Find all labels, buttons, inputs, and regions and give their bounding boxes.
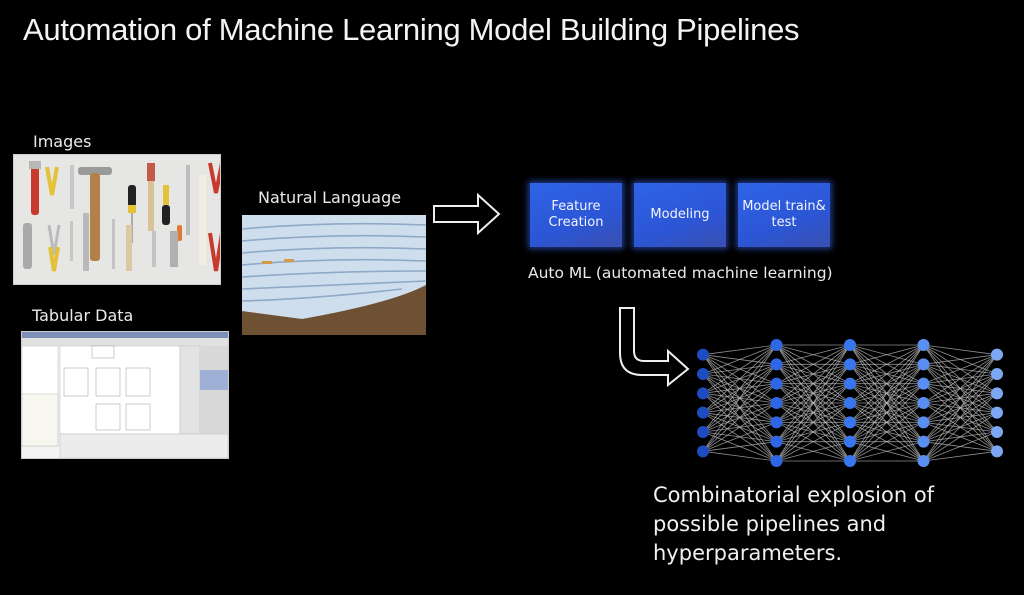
network-node-layer-4 — [917, 397, 930, 409]
natural-language-thumbnail — [242, 215, 426, 335]
network-node-layer-2 — [770, 416, 783, 429]
network-node-layer-1 — [697, 348, 709, 361]
network-node-layer-5 — [991, 406, 1003, 419]
network-node-layer-1 — [697, 387, 709, 400]
network-node-layer-4 — [917, 339, 930, 351]
network-node-layer-5 — [991, 348, 1003, 361]
network-node-layer-2 — [770, 397, 783, 409]
network-node-layer-3 — [844, 416, 856, 429]
network-node-layer-2 — [770, 358, 783, 371]
network-node-layer-4 — [917, 435, 930, 448]
network-edge — [702, 344, 777, 375]
network-edge — [702, 344, 777, 433]
slide-title: Automation of Machine Learning Model Bui… — [23, 12, 800, 47]
network-edge — [923, 354, 998, 442]
network-node-layer-3 — [844, 455, 856, 467]
network-node-layer-4 — [917, 377, 930, 390]
network-node-layer-2 — [770, 377, 783, 390]
network-edge — [702, 344, 777, 413]
network-edge — [923, 354, 998, 423]
network-node-layer-5 — [991, 387, 1003, 400]
network-node-layer-5 — [991, 426, 1003, 438]
network-edge — [923, 412, 998, 462]
neural-network-diagram — [697, 339, 1003, 467]
modeling-step: Modeling — [634, 183, 726, 247]
network-node-layer-3 — [844, 358, 856, 371]
step-label-line2: test — [771, 215, 797, 230]
network-edge — [702, 344, 777, 452]
images-thumbnail — [13, 154, 221, 285]
document-stack-image — [242, 215, 426, 335]
network-node-layer-2 — [770, 339, 783, 351]
network-node-layer-2 — [770, 435, 783, 448]
network-node-layer-4 — [917, 358, 930, 371]
network-edge — [702, 383, 777, 452]
network-node-layer-3 — [844, 339, 856, 351]
conclusion-text: Combinatorial explosion of possible pipe… — [653, 481, 934, 568]
network-edge — [702, 344, 777, 394]
network-edge — [702, 441, 777, 452]
network-edge — [702, 364, 777, 452]
tabular-data-thumbnail — [21, 331, 229, 459]
tabular-data-label: Tabular Data — [32, 306, 134, 325]
conclusion-line: Combinatorial explosion of — [653, 483, 935, 507]
network-node-layer-4 — [917, 455, 930, 467]
network-node-layer-4 — [917, 416, 930, 429]
conclusion-line: hyperparameters. — [653, 541, 843, 565]
network-edge — [923, 354, 998, 462]
step-label-line1: Modeling — [650, 207, 710, 222]
network-edge — [702, 344, 777, 356]
network-edge — [923, 393, 998, 462]
network-node-layer-3 — [844, 435, 856, 448]
network-node-layer-1 — [697, 406, 709, 419]
feature-creation-step: Feature Creation — [530, 183, 622, 247]
step-label-line2: Creation — [548, 215, 604, 230]
network-edge — [923, 450, 998, 462]
network-node-layer-5 — [991, 368, 1003, 380]
automl-caption: Auto ML (automated machine learning) — [528, 264, 833, 282]
network-node-layer-3 — [844, 377, 856, 390]
network-edge — [923, 373, 998, 462]
network-node-layer-2 — [770, 455, 783, 467]
down-right-arrow-icon — [616, 305, 692, 391]
schema-screenshot-image — [22, 332, 228, 458]
network-edge — [923, 344, 998, 356]
network-edge — [923, 354, 998, 404]
network-node-layer-3 — [844, 397, 856, 409]
model-train-test-step: Model train& test — [738, 183, 830, 247]
network-node-layer-1 — [697, 426, 709, 438]
hand-tools-image — [14, 155, 220, 284]
network-edge — [702, 450, 777, 462]
network-edge — [923, 431, 998, 462]
network-node-layer-1 — [697, 445, 709, 458]
conclusion-line: possible pipelines and — [653, 512, 887, 536]
network-node-layer-1 — [697, 368, 709, 380]
network-edge — [923, 354, 998, 365]
natural-language-label: Natural Language — [258, 188, 402, 207]
step-label-line1: Model train& — [742, 199, 826, 214]
network-edge — [702, 402, 777, 452]
images-label: Images — [33, 132, 92, 151]
network-node-layer-5 — [991, 445, 1003, 458]
right-arrow-icon — [432, 192, 502, 239]
step-label-line1: Feature — [551, 199, 601, 214]
